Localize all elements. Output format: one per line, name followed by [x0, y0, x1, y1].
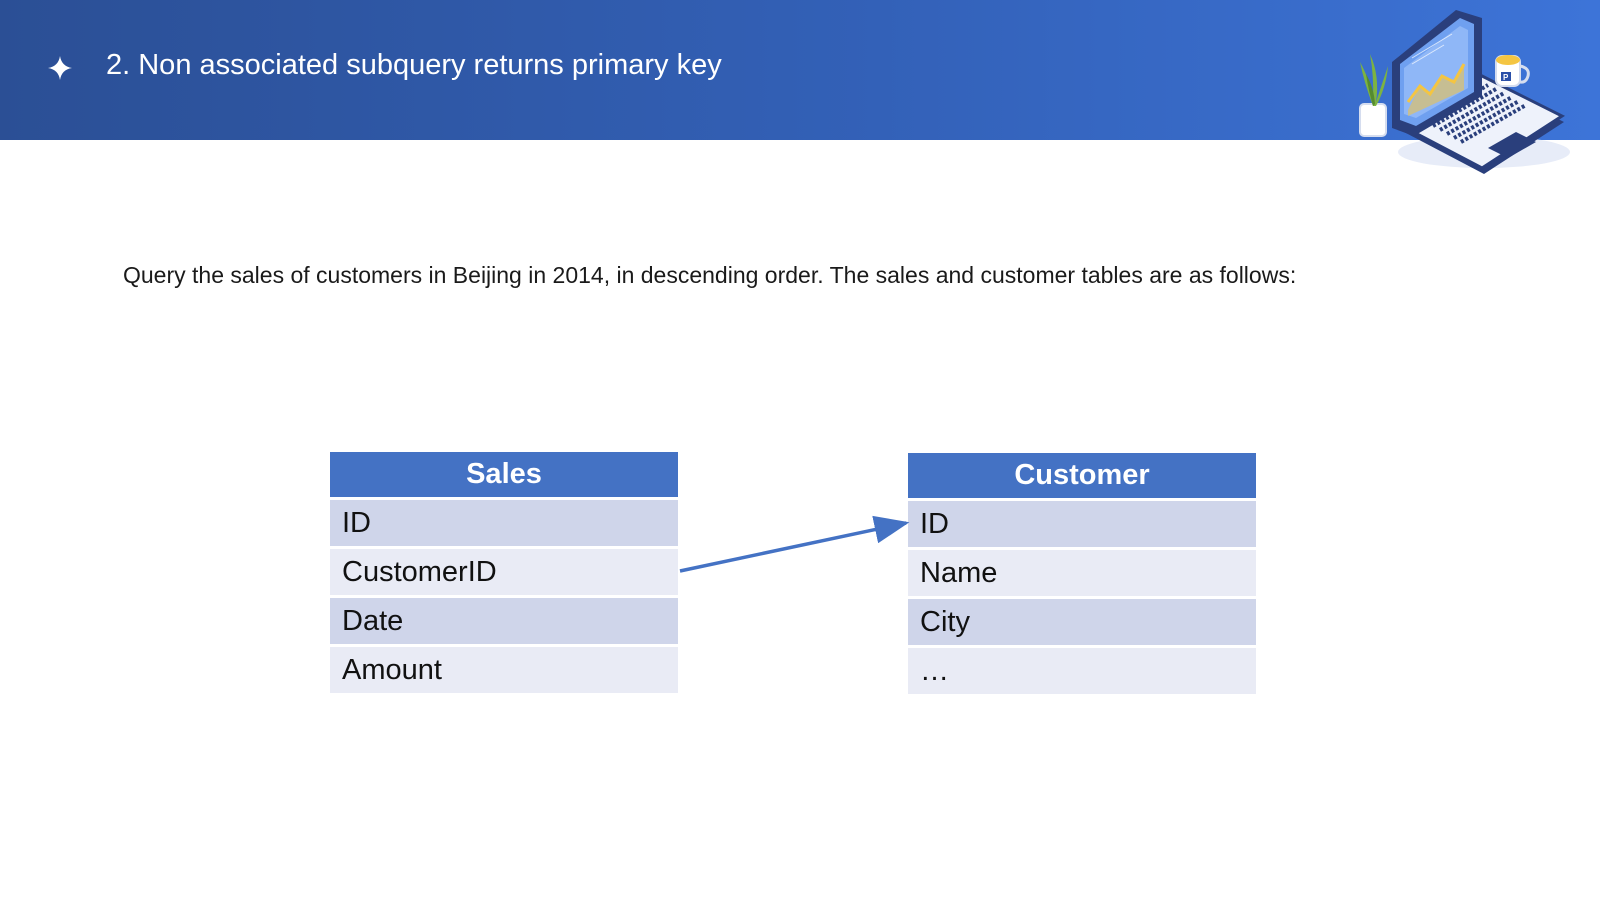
sales-table: Sales ID CustomerID Date Amount	[330, 452, 678, 696]
sales-row-date: Date	[330, 598, 678, 644]
foreign-key-arrow-line	[679, 515, 910, 573]
customer-row-city: City	[908, 599, 1256, 645]
svg-text:P: P	[1503, 73, 1509, 82]
customer-table-header: Customer	[908, 453, 1256, 498]
sales-row-id: ID	[330, 500, 678, 546]
sales-row-customerid: CustomerID	[330, 549, 678, 595]
four-point-star-icon	[48, 56, 72, 80]
customer-table: Customer ID Name City …	[908, 453, 1256, 697]
sales-row-amount: Amount	[330, 647, 678, 693]
header-banner: 2. Non associated subquery returns prima…	[0, 0, 1600, 174]
description-text: Query the sales of customers in Beijing …	[123, 262, 1297, 288]
laptop-with-chart-illustration: P	[1359, 10, 1570, 174]
slide-title: 2. Non associated subquery returns prima…	[106, 49, 722, 81]
sales-table-header: Sales	[330, 452, 678, 497]
customer-row-id: ID	[908, 501, 1256, 547]
customer-row-name: Name	[908, 550, 1256, 596]
customer-row-more: …	[908, 648, 1256, 694]
